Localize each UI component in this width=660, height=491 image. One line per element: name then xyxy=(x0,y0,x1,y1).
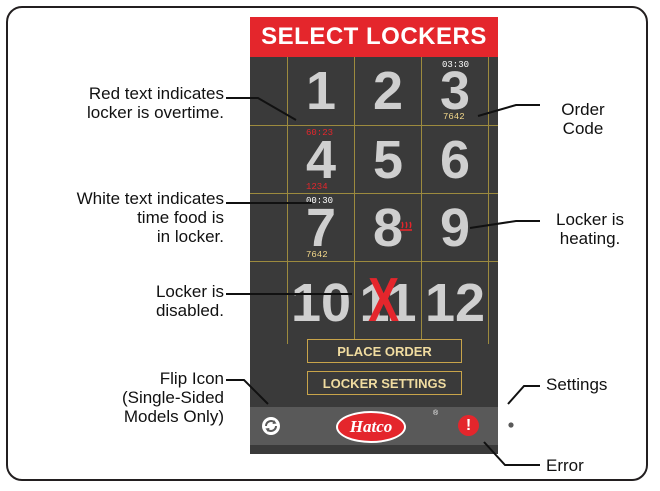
callout-disabled: Locker is disabled. xyxy=(155,282,224,320)
callout-white-text: White text indicates time food is in locke… xyxy=(76,189,224,246)
callout-order-code: Order Code xyxy=(561,100,605,138)
callout-error: Error xyxy=(546,456,584,475)
callout-heating: Locker is heating. xyxy=(555,210,625,248)
callout-settings: Settings xyxy=(546,375,608,394)
callout-flip-icon: Flip Icon (Single-Sided Models Only) xyxy=(121,369,224,426)
callout-red-text: Red text indicates locker is overtime. xyxy=(87,84,224,122)
